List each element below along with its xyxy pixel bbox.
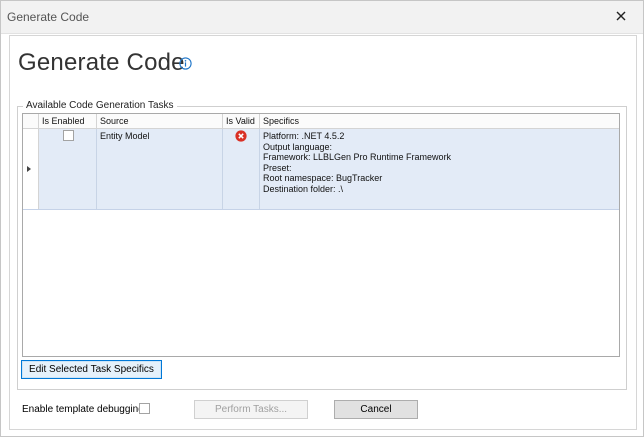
column-header-source[interactable]: Source bbox=[97, 114, 223, 128]
row-selector[interactable] bbox=[23, 129, 39, 209]
cancel-button[interactable]: Cancel bbox=[334, 400, 418, 419]
column-header-specifics[interactable]: Specifics bbox=[260, 114, 619, 128]
window-title: Generate Code bbox=[7, 10, 90, 24]
close-icon[interactable] bbox=[613, 8, 629, 24]
table-row[interactable]: Entity Model Platform: .NET 4.5.2 Output… bbox=[23, 129, 619, 210]
generate-code-dialog: Generate Code Generate Code Available Co… bbox=[0, 0, 644, 437]
tasks-grid[interactable]: Is Enabled Source Is Valid Specifics Ent… bbox=[22, 113, 620, 357]
specifics-preset: Preset: bbox=[263, 162, 292, 173]
source-value: Entity Model bbox=[100, 131, 150, 141]
grid-header: Is Enabled Source Is Valid Specifics bbox=[23, 114, 619, 129]
specifics-framework: Framework: LLBLGen Pro Runtime Framework bbox=[263, 152, 452, 162]
is-enabled-checkbox[interactable] bbox=[63, 130, 74, 141]
perform-tasks-button[interactable]: Perform Tasks... bbox=[194, 400, 308, 419]
column-header-is-valid[interactable]: Is Valid bbox=[223, 114, 260, 128]
is-enabled-cell[interactable] bbox=[39, 129, 97, 209]
specifics-root-namespace: Root namespace: BugTracker bbox=[263, 173, 383, 183]
error-icon bbox=[235, 130, 247, 142]
info-icon[interactable] bbox=[179, 57, 192, 70]
template-debugging-label: Enable template debugging bbox=[22, 404, 144, 415]
row-header-corner bbox=[23, 114, 39, 128]
dialog-content: Generate Code Available Code Generation … bbox=[9, 35, 637, 430]
edit-selected-task-specifics-button[interactable]: Edit Selected Task Specifics bbox=[21, 360, 162, 379]
page-title: Generate Code bbox=[18, 49, 185, 76]
tasks-group-label: Available Code Generation Tasks bbox=[23, 100, 177, 111]
current-row-indicator-icon bbox=[27, 166, 31, 172]
source-cell[interactable]: Entity Model bbox=[97, 129, 223, 209]
specifics-cell[interactable]: Platform: .NET 4.5.2 Output language: Fr… bbox=[260, 129, 619, 209]
template-debugging-checkbox[interactable] bbox=[139, 403, 150, 414]
tasks-groupbox: Available Code Generation Tasks Is Enabl… bbox=[17, 100, 627, 390]
is-valid-cell bbox=[223, 129, 260, 209]
specifics-output-language: Output language: bbox=[263, 141, 333, 152]
title-bar: Generate Code bbox=[1, 1, 643, 34]
specifics-platform: Platform: .NET 4.5.2 bbox=[263, 131, 345, 141]
column-header-is-enabled[interactable]: Is Enabled bbox=[39, 114, 97, 128]
specifics-destination-folder: Destination folder: .\ bbox=[263, 183, 344, 194]
specifics-text: Platform: .NET 4.5.2 Output language: Fr… bbox=[263, 131, 451, 194]
